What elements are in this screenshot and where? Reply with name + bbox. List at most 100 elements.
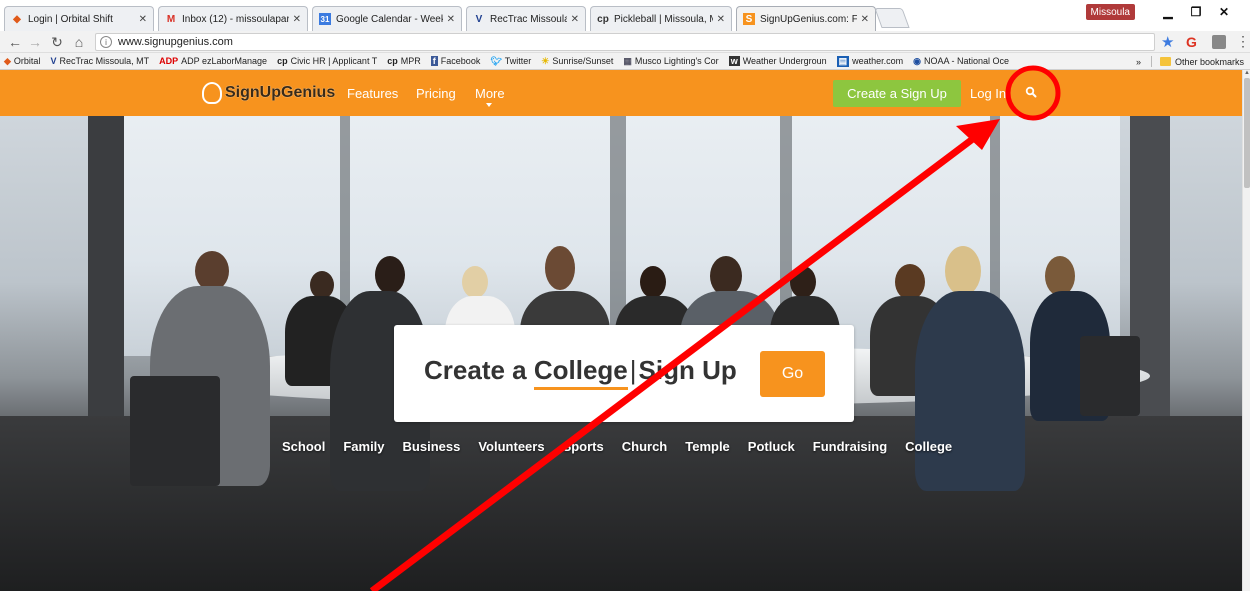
bookmark-label: MPR — [400, 56, 421, 66]
close-icon[interactable]: ✕ — [447, 14, 455, 25]
tab-title: SignUpGenius.com: Free — [760, 13, 857, 25]
person-head — [462, 266, 488, 298]
person-head — [640, 266, 666, 298]
civicplus-icon: cp — [277, 56, 288, 66]
bookmark-item[interactable]: ◉ NOAA - National Oce — [913, 56, 1009, 67]
search-icon[interactable] — [1020, 81, 1042, 103]
nav-more[interactable]: More — [475, 86, 505, 101]
extension-icon[interactable]: G — [1186, 34, 1202, 50]
signup-search-card[interactable]: Create a College|Sign Up Go — [394, 325, 854, 422]
office-chair — [1080, 336, 1140, 416]
category-temple[interactable]: Temple — [685, 439, 730, 454]
orbital-icon: ◆ — [13, 13, 21, 25]
close-icon[interactable]: ✕ — [139, 14, 147, 25]
go-button[interactable]: Go — [760, 351, 825, 397]
info-icon[interactable]: i — [100, 36, 112, 48]
extension-icon[interactable] — [1212, 35, 1226, 49]
text-cursor: | — [629, 355, 637, 385]
create-signup-button[interactable]: Create a Sign Up — [833, 80, 961, 107]
address-bar[interactable]: i www.signupgenius.com — [95, 33, 1155, 51]
tab-strip: ◆ Login | Orbital Shift ✕ M Inbox (12) -… — [0, 0, 1250, 31]
minimize-icon[interactable]: ▁ — [1155, 4, 1181, 20]
signup-type-text[interactable]: Create a College|Sign Up — [424, 355, 737, 390]
bookmark-star-icon[interactable]: ★ — [1161, 33, 1174, 51]
bookmark-item[interactable]: V RecTrac Missoula, MT — [50, 56, 149, 66]
toolbar: ← → ↻ ⌂ i www.signupgenius.com ★ G ⋮ — [0, 31, 1250, 53]
bookmark-item[interactable]: f Facebook — [430, 56, 480, 66]
bookmark-label: NOAA - National Oce — [924, 56, 1010, 66]
profile-badge[interactable]: Missoula — [1085, 4, 1135, 20]
bookmark-item[interactable]: ▦ Musco Lighting's Cor — [623, 56, 718, 67]
close-icon[interactable]: ✕ — [571, 14, 579, 25]
bookmark-item[interactable]: ◆ Orbital — [4, 56, 40, 67]
bookmark-item[interactable]: ADP ADP ezLaborManage — [159, 56, 267, 66]
category-potluck[interactable]: Potluck — [748, 439, 795, 454]
overflow-chevron-icon[interactable]: » — [1136, 57, 1141, 67]
bookmark-item[interactable]: ☀ Sunrise/Sunset — [541, 56, 613, 67]
screenshot: ◆ Login | Orbital Shift ✕ M Inbox (12) -… — [0, 0, 1250, 591]
bookmarks-bar: ◆ Orbital V RecTrac Missoula, MT ADP ADP ez… — [0, 53, 1250, 70]
login-link[interactable]: Log In — [970, 86, 1006, 101]
scroll-thumb[interactable] — [1244, 78, 1250, 188]
category-fundraising[interactable]: Fundraising — [813, 439, 887, 454]
person-head — [895, 264, 925, 300]
close-icon[interactable]: ✕ — [717, 14, 725, 25]
adp-icon: ADP — [159, 56, 179, 66]
other-bookmarks[interactable]: Other bookmarks — [1175, 57, 1244, 67]
category-volunteers[interactable]: Volunteers — [478, 439, 544, 454]
rectrac-icon: V — [475, 13, 483, 25]
close-icon[interactable]: ✕ — [861, 14, 869, 25]
bookmark-item[interactable]: cp MPR — [387, 56, 421, 66]
tab-orbital[interactable]: ◆ Login | Orbital Shift ✕ — [4, 6, 154, 31]
tab-pickleball[interactable]: cp Pickleball | Missoula, MT ✕ — [590, 6, 732, 31]
tab-inbox[interactable]: M Inbox (12) - missoulapar ✕ — [158, 6, 308, 31]
rectrac-icon: V — [50, 56, 57, 66]
bookmark-label: Civic HR | Applicant T — [290, 56, 378, 66]
lightbulb-icon — [202, 82, 222, 104]
caret-down-icon — [486, 103, 492, 107]
bookmark-item[interactable]: 🐦︎ Twitter — [490, 56, 531, 67]
weathercom-icon: ▤ — [836, 55, 850, 67]
page-scrollbar[interactable]: ▲ — [1242, 70, 1250, 591]
scroll-up-icon[interactable]: ▲ — [1244, 70, 1250, 76]
category-college[interactable]: College — [905, 439, 952, 454]
new-tab-button[interactable] — [874, 8, 910, 28]
sun-icon: ☀ — [541, 55, 550, 66]
category-family[interactable]: Family — [343, 439, 384, 454]
close-window-icon[interactable]: ✕ — [1211, 4, 1237, 20]
bookmark-label: weather.com — [852, 56, 904, 66]
category-business[interactable]: Business — [403, 439, 461, 454]
noaa-icon: ◉ — [913, 55, 921, 66]
folder-icon — [1159, 57, 1171, 66]
twitter-icon: 🐦︎ — [490, 55, 502, 66]
back-icon[interactable]: ← — [6, 33, 24, 51]
bookmark-item[interactable]: w Weather Undergroun — [728, 56, 827, 66]
person-head — [1045, 256, 1075, 296]
person-head — [710, 256, 742, 296]
close-icon[interactable]: ✕ — [293, 14, 301, 25]
prefix-text: Create a — [424, 355, 527, 385]
menu-icon[interactable]: ⋮ — [1236, 33, 1250, 50]
tab-calendar[interactable]: 31 Google Calendar - Week ✕ — [312, 6, 462, 31]
musco-icon: ▦ — [623, 55, 632, 66]
person — [915, 291, 1025, 491]
keyword-text: College — [533, 355, 628, 390]
bookmark-item[interactable]: ▤ weather.com — [836, 55, 904, 67]
nav-pricing[interactable]: Pricing — [416, 86, 456, 101]
nav-features[interactable]: Features — [347, 86, 398, 101]
tab-signupgenius[interactable]: S SignUpGenius.com: Free ✕ — [736, 6, 876, 31]
bookmark-item[interactable]: cp Civic HR | Applicant T — [277, 56, 377, 66]
restore-icon[interactable]: ❐ — [1183, 4, 1209, 20]
category-school[interactable]: School — [282, 439, 325, 454]
forward-icon[interactable]: → — [26, 33, 44, 51]
reload-icon[interactable]: ↻ — [48, 33, 66, 51]
category-links: School Family Business Volunteers Sports… — [282, 439, 970, 454]
category-church[interactable]: Church — [622, 439, 668, 454]
site-logo[interactable]: SignUpGenius — [202, 82, 335, 104]
tab-rectrac[interactable]: V RecTrac Missoula, MT ✕ — [466, 6, 586, 31]
suffix-text: Sign Up — [638, 355, 737, 385]
bookmark-label: Orbital — [13, 56, 41, 66]
home-icon[interactable]: ⌂ — [70, 33, 88, 51]
logo-text: SignUpGenius — [225, 84, 336, 101]
category-sports[interactable]: Sports — [563, 439, 604, 454]
